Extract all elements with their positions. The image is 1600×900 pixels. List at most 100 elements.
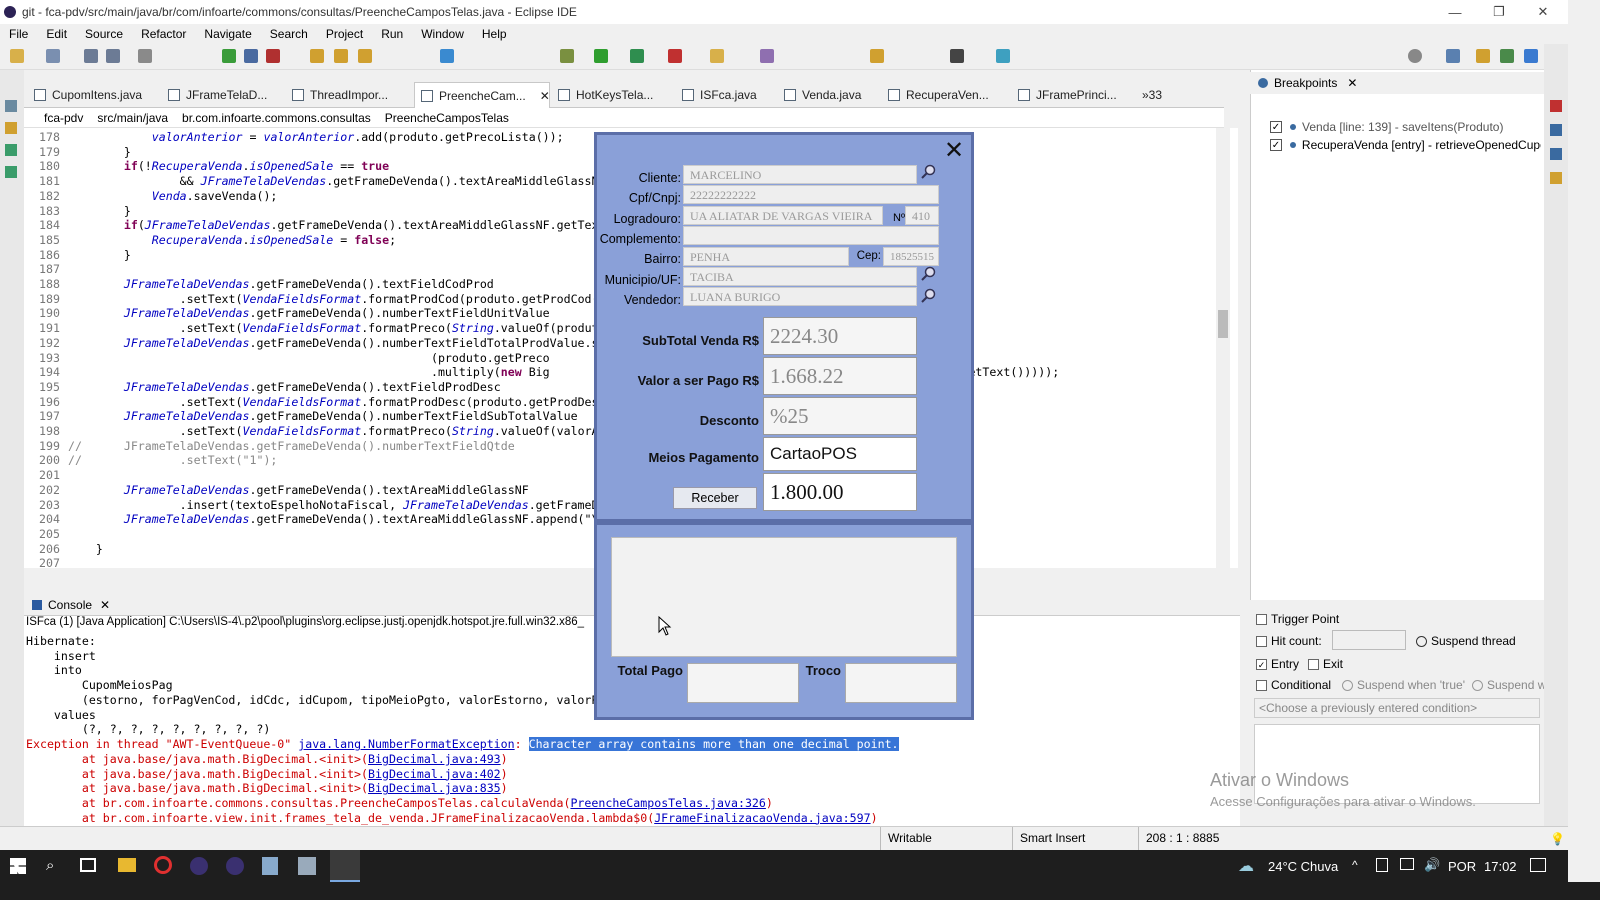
logradouro-field[interactable]: UA ALIATAR DE VARGAS VIEIRA (683, 206, 883, 225)
tab-cupomitens[interactable]: CupomItens.java (28, 82, 142, 108)
exception-class-link[interactable]: java.lang.NumberFormatException (298, 737, 514, 751)
complemento-field[interactable] (683, 226, 939, 245)
language-indicator[interactable]: POR (1448, 859, 1476, 874)
open-perspective-icon[interactable] (996, 49, 1010, 63)
total-pago-field[interactable] (687, 663, 799, 703)
subtotal-field[interactable]: 2224.30 (763, 317, 917, 355)
close-breakpoints-icon[interactable]: ✕ (1347, 76, 1357, 90)
breakpoint-item[interactable]: ✓ Venda [line: 139] - saveItens(Produto) (1256, 118, 1541, 136)
stack-trace-link[interactable]: JFrameFinalizacaoVenda.java:597 (654, 811, 870, 825)
opera-icon[interactable] (154, 856, 172, 874)
start-icon[interactable] (10, 858, 26, 874)
stack-trace-link[interactable]: BigDecimal.java:835 (368, 781, 501, 795)
trigger-point-option[interactable]: Trigger Point (1256, 612, 1339, 626)
vendedor-field[interactable]: LUANA BURIGO (683, 287, 917, 306)
new-java-project-icon[interactable] (710, 49, 724, 63)
tab-recuperavenda[interactable]: RecuperaVen... (882, 82, 989, 108)
navigator-icon[interactable] (5, 122, 17, 134)
breadcrumb-package[interactable]: br.com.infoarte.commons.consultas (182, 111, 371, 125)
coverage-icon[interactable] (630, 49, 644, 63)
print-icon[interactable] (138, 49, 152, 63)
perspective-java-icon[interactable] (1446, 49, 1460, 63)
search-vendedor-icon[interactable] (919, 287, 937, 305)
receber-value-field[interactable]: 1.800.00 (763, 473, 917, 511)
search-municipio-icon[interactable] (919, 265, 937, 283)
hit-count-option[interactable]: Hit count: (1256, 634, 1322, 648)
file-explorer-icon[interactable] (118, 858, 136, 872)
valor-a-pagar-field[interactable]: 1.668.22 (763, 357, 917, 395)
menu-refactor[interactable]: Refactor (132, 27, 195, 41)
resume-icon[interactable] (222, 49, 236, 63)
suspend-thread-radio[interactable]: Suspend thread (1416, 634, 1516, 648)
search-icon[interactable] (1408, 49, 1422, 63)
package-explorer-icon[interactable] (5, 100, 17, 112)
receber-button[interactable]: Receber (673, 487, 757, 509)
tab-venda[interactable]: Venda.java (778, 82, 861, 108)
condition-history-select[interactable]: <Choose a previously entered condition> (1254, 698, 1540, 718)
search-cliente-icon[interactable] (919, 163, 937, 181)
notifications-icon[interactable] (1530, 858, 1546, 872)
terminate-icon[interactable] (266, 49, 280, 63)
checkbox-checked-icon[interactable]: ✓ (1270, 139, 1282, 151)
menu-window[interactable]: Window (412, 27, 473, 41)
menu-edit[interactable]: Edit (37, 27, 76, 41)
cep-field[interactable]: 18525515 (883, 247, 939, 266)
menu-navigate[interactable]: Navigate (195, 27, 260, 41)
step-over-icon[interactable] (334, 49, 348, 63)
tab-threadimport[interactable]: ThreadImpor... (286, 82, 388, 108)
search-taskbar-icon[interactable]: ⌕ (46, 857, 54, 874)
hit-count-input[interactable] (1332, 630, 1406, 650)
maximize-button[interactable]: ❐ (1476, 0, 1522, 24)
tab-jframeteladevendas[interactable]: JFrameTelaD... (162, 82, 267, 108)
breakpoint-item[interactable]: ✓ RecuperaVenda [entry] - retrieveOpened… (1256, 136, 1541, 154)
cliente-field[interactable]: MARCELINO (683, 165, 917, 184)
console-tab[interactable]: Console (48, 598, 92, 612)
exit-option[interactable]: Exit (1308, 657, 1343, 671)
variables-icon[interactable] (1550, 100, 1562, 112)
troco-field[interactable] (845, 663, 957, 703)
network-icon[interactable] (1400, 858, 1414, 870)
minimize-button[interactable]: — (1432, 0, 1478, 24)
editor-vertical-scrollbar[interactable] (1216, 128, 1230, 568)
cpf-cnpj-field[interactable]: 22222222222 (683, 185, 939, 204)
entry-option[interactable]: ✓ Entry (1256, 657, 1299, 671)
bairro-field[interactable]: PENHA (683, 247, 849, 266)
weather-text[interactable]: 24°C Chuva (1268, 859, 1338, 874)
breadcrumb-source-folder[interactable]: src/main/java (97, 111, 168, 125)
device-icon[interactable] (1376, 858, 1388, 872)
breadcrumb-class[interactable]: PreencheCamposTelas (385, 111, 509, 125)
menu-file[interactable]: File (0, 27, 37, 41)
menu-source[interactable]: Source (76, 27, 132, 41)
meios-pagamento-select[interactable]: CartaoPOS (763, 437, 917, 471)
suspend-icon[interactable] (244, 49, 258, 63)
new-icon[interactable] (10, 49, 24, 63)
dialog-close-button[interactable]: ✕ (941, 139, 967, 165)
checkbox-checked-icon[interactable]: ✓ (1270, 121, 1282, 133)
volume-icon[interactable]: 🔊 (1424, 857, 1440, 873)
outline-view-icon[interactable] (1550, 148, 1562, 160)
lightbulb-icon[interactable]: 💡 (1550, 832, 1565, 846)
stack-trace-link[interactable]: PreencheCamposTelas.java:326 (570, 796, 765, 810)
desconto-field[interactable]: %25 (763, 397, 917, 435)
save-icon[interactable] (84, 49, 98, 63)
perspective-debug-icon[interactable] (1524, 49, 1538, 63)
eclipse-taskbar-icon-2[interactable] (226, 857, 244, 875)
payments-list[interactable] (611, 537, 957, 657)
search-toolbar-icon[interactable] (760, 49, 774, 63)
save-all-icon[interactable] (106, 49, 120, 63)
tab-jframeprincipal[interactable]: JFramePrinci... (1012, 82, 1117, 108)
forward-icon[interactable] (950, 49, 964, 63)
suspend-when-changed-radio[interactable]: Suspend w (1472, 678, 1546, 692)
chevron-up-icon[interactable]: ^ (1352, 858, 1358, 872)
toggle-breakpoint-icon[interactable] (440, 49, 454, 63)
notepad-icon[interactable] (262, 857, 278, 875)
numero-field[interactable]: 410 (905, 206, 939, 225)
stack-trace-link[interactable]: BigDecimal.java:402 (368, 767, 501, 781)
menu-project[interactable]: Project (317, 27, 372, 41)
perspective-git-icon[interactable] (1476, 49, 1490, 63)
close-tab-icon[interactable]: ✕ (540, 89, 550, 103)
java-app-taskbar-item[interactable] (330, 850, 360, 882)
open-icon[interactable] (46, 49, 60, 63)
menu-search[interactable]: Search (261, 27, 317, 41)
stack-trace-link[interactable]: BigDecimal.java:493 (368, 752, 501, 766)
